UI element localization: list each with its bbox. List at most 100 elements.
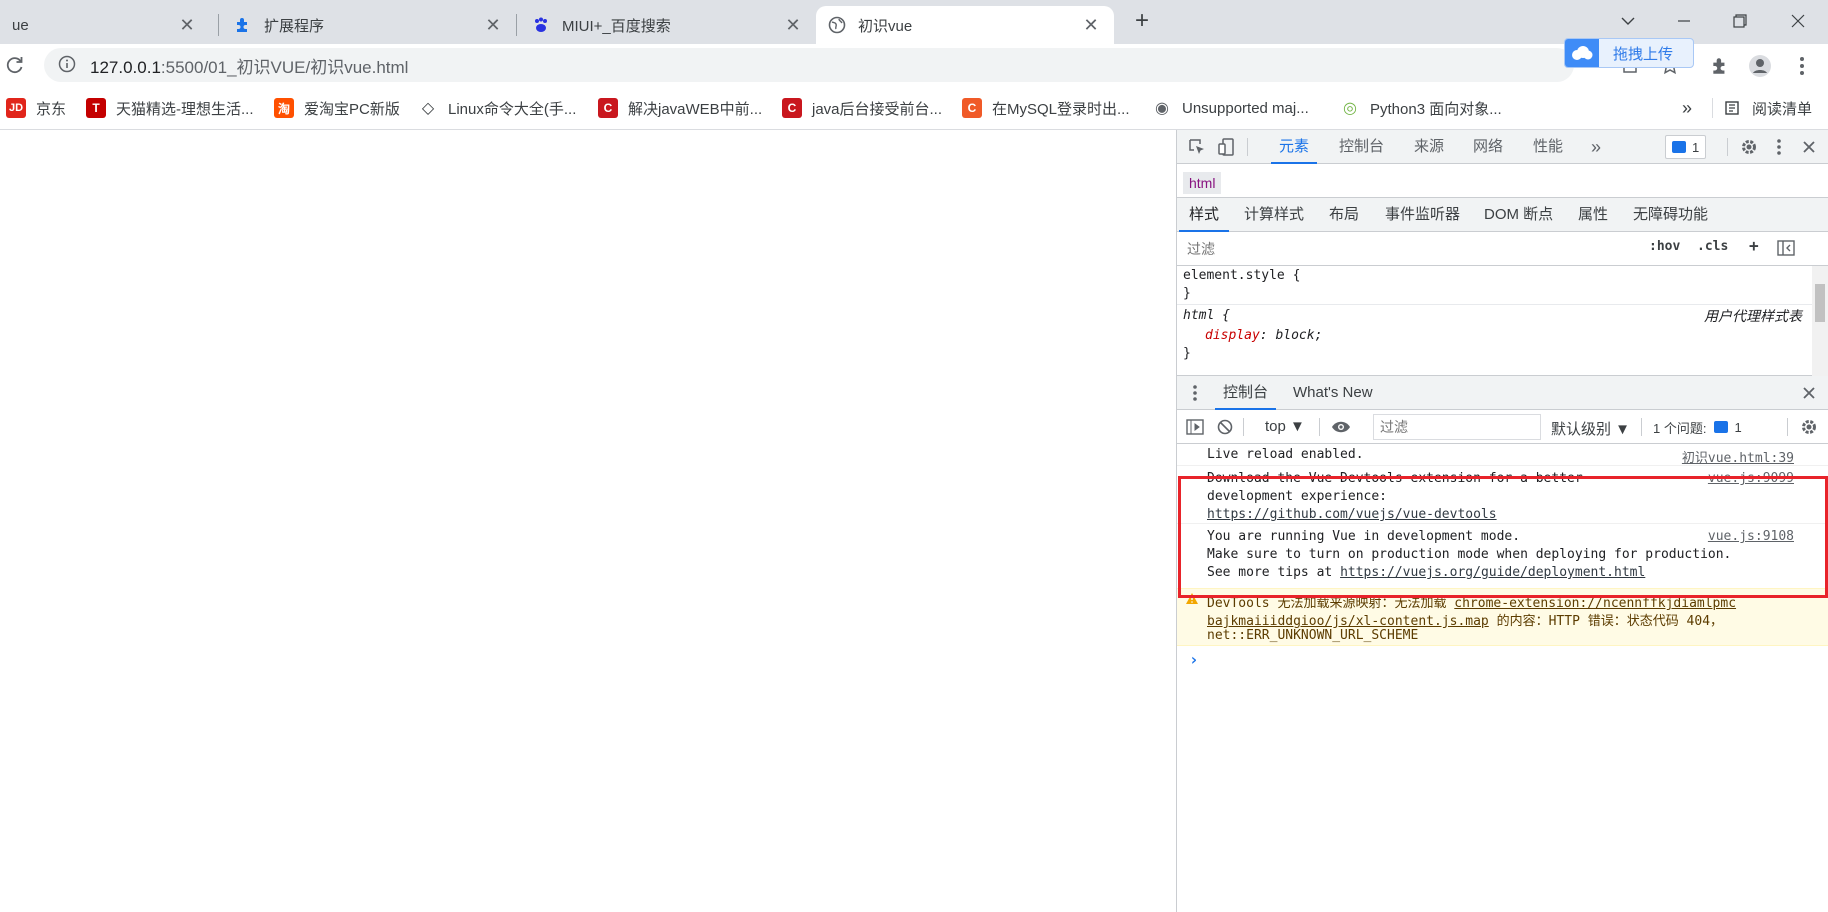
eye-icon[interactable] (1329, 415, 1353, 439)
styles-scrollbar[interactable] (1812, 266, 1828, 376)
rule-close-brace: } (1183, 286, 1191, 301)
browser-tab[interactable]: MIUI+_百度搜索 ✕ (520, 6, 816, 44)
tab-dom-breakpoints[interactable]: DOM 断点 (1484, 198, 1553, 232)
reading-list-button[interactable]: 阅读清单 (1722, 96, 1812, 120)
gear-icon[interactable] (1797, 415, 1821, 439)
drawer-tab-whats-new[interactable]: What's New (1293, 376, 1373, 410)
styles-filter-row: :hov .cls + (1177, 232, 1828, 266)
close-window-icon[interactable] (1778, 6, 1818, 36)
kebab-menu-icon[interactable] (1767, 135, 1791, 159)
console-prompt[interactable]: › (1177, 650, 1828, 672)
context-selector[interactable]: top ▼ (1265, 418, 1305, 435)
bookmark-item[interactable]: T 天猫精选-理想生活... (86, 96, 254, 120)
kebab-menu-icon[interactable] (1183, 381, 1207, 405)
css-property-name: display (1205, 328, 1260, 343)
close-icon[interactable]: ✕ (482, 15, 504, 36)
extensions-icon[interactable] (1708, 54, 1732, 78)
breadcrumb-html[interactable]: html (1183, 172, 1222, 194)
close-icon[interactable] (1797, 135, 1821, 159)
bookmark-label: 京东 (36, 100, 67, 118)
message-source-link[interactable]: vue.js:9108 (1708, 529, 1794, 544)
chevron-down-icon[interactable] (1608, 6, 1648, 36)
kebab-menu-icon[interactable] (1790, 54, 1814, 78)
message-source-link[interactable]: vue.js:9099 (1708, 471, 1794, 486)
user-agent-stylesheet-label: 用户代理样式表 (1704, 308, 1802, 324)
tab-properties[interactable]: 属性 (1578, 198, 1608, 232)
tab-accessibility[interactable]: 无障碍功能 (1633, 198, 1708, 232)
bookmark-item[interactable]: 淘 爱淘宝PC新版 (274, 96, 400, 120)
message-source-link[interactable]: 初识vue.html:39 (1682, 447, 1794, 466)
tab-styles[interactable]: 样式 (1178, 198, 1230, 232)
page-viewport[interactable] (0, 130, 1176, 912)
bookmark-item[interactable]: ◇ Linux命令大全(手... (418, 96, 577, 120)
browser-tab[interactable]: 扩展程序 ✕ (222, 6, 516, 44)
vue-devtools-link[interactable]: https://github.com/vuejs/vue-devtools (1207, 507, 1497, 522)
html-selector[interactable]: html { (1183, 308, 1230, 323)
tab-layout[interactable]: 布局 (1329, 198, 1359, 232)
more-tabs-button[interactable]: » (1591, 130, 1601, 164)
styles-pane: element.style { } html { 用户代理样式表 display… (1177, 266, 1828, 376)
cls-button[interactable]: .cls (1697, 239, 1728, 254)
tab-elements[interactable]: 元素 (1270, 130, 1318, 164)
console-issues-button[interactable]: 1 个问题: 1 (1647, 415, 1748, 439)
toolbar-divider (1247, 138, 1248, 156)
tab-sources[interactable]: 来源 (1414, 130, 1444, 164)
bookmark-item[interactable]: ◎ Python3 面向对象... (1340, 96, 1502, 120)
close-icon[interactable] (1797, 381, 1821, 405)
source-map-link[interactable]: chrome-extension://ncennffkjdiamlpmc (1454, 596, 1736, 611)
bookmark-label: 解决javaWEB中前... (628, 100, 763, 118)
runoob-logo-icon: ◎ (1343, 100, 1357, 117)
tab-computed[interactable]: 计算样式 (1244, 198, 1304, 232)
bookmark-item[interactable]: JD 京东 (6, 96, 66, 120)
browser-tab-active[interactable]: 初识vue ✕ (816, 6, 1114, 44)
tab-console[interactable]: 控制台 (1339, 130, 1384, 164)
toolbar-divider (1727, 138, 1728, 156)
styles-subtabs: 样式 计算样式 布局 事件监听器 DOM 断点 属性 无障碍功能 (1177, 198, 1828, 232)
tab-separator (516, 14, 517, 36)
hov-button[interactable]: :hov (1649, 239, 1680, 254)
gear-icon[interactable] (1737, 135, 1761, 159)
device-toolbar-icon[interactable] (1215, 135, 1239, 159)
console-filter-input[interactable] (1373, 414, 1541, 440)
baidu-upload-widget[interactable]: 拖拽上传 (1564, 38, 1694, 68)
reload-icon[interactable] (4, 54, 28, 78)
tab-network[interactable]: 网络 (1473, 130, 1503, 164)
restore-icon[interactable] (1720, 6, 1760, 36)
bookmark-item[interactable]: C java后台接受前台... (782, 96, 942, 120)
console-message: You are running Vue in development mode.… (1177, 526, 1828, 582)
bookmark-item[interactable]: ◉ Unsupported maj... (1152, 96, 1309, 120)
bookmarks-overflow-button[interactable]: » (1682, 96, 1692, 120)
styles-filter-input[interactable] (1181, 236, 1641, 262)
warning-prefix: DevTools 无法加载来源映射：无法加载 (1207, 596, 1455, 611)
message-text: You are running Vue in development mode. (1207, 529, 1521, 544)
info-icon[interactable] (58, 55, 76, 76)
toolbar-divider (1319, 418, 1320, 436)
bookmark-item[interactable]: C 在MySQL登录时出... (962, 96, 1130, 120)
log-level-selector[interactable]: 默认级别 ▼ (1551, 418, 1630, 439)
profile-avatar-icon[interactable] (1748, 54, 1772, 78)
browser-tab[interactable]: ue ✕ (0, 6, 210, 44)
tab-title: ue (12, 16, 29, 34)
minimize-icon[interactable] (1664, 6, 1704, 36)
bookmark-item[interactable]: C 解决javaWEB中前... (598, 96, 762, 120)
csdn-logo-icon: C (782, 98, 802, 118)
tab-performance[interactable]: 性能 (1533, 130, 1563, 164)
element-style-selector[interactable]: element.style { (1183, 268, 1300, 283)
address-bar[interactable]: 127.0.0.1:5500/01_初识VUE/初识vue.html (44, 48, 1574, 82)
tab-event-listeners[interactable]: 事件监听器 (1385, 198, 1460, 232)
source-map-link[interactable]: bajkmaiiiddgioo/js/xl-content.js.map (1207, 614, 1489, 629)
scrollbar-thumb[interactable] (1815, 284, 1825, 322)
clear-console-icon[interactable] (1213, 415, 1237, 439)
inspect-element-icon[interactable] (1185, 135, 1209, 159)
drawer-tab-console[interactable]: 控制台 (1214, 376, 1277, 410)
toggle-sidebar-icon[interactable] (1777, 240, 1795, 259)
jd-logo-icon: JD (6, 98, 26, 118)
new-tab-button[interactable]: + (1128, 8, 1156, 36)
close-icon[interactable]: ✕ (176, 15, 198, 36)
vue-deployment-link[interactable]: https://vuejs.org/guide/deployment.html (1340, 565, 1645, 580)
issues-badge[interactable]: 1 (1665, 135, 1707, 159)
console-sidebar-icon[interactable] (1183, 415, 1207, 439)
close-icon[interactable]: ✕ (782, 15, 804, 36)
close-icon[interactable]: ✕ (1080, 15, 1102, 36)
new-style-rule-button[interactable]: + (1749, 236, 1759, 255)
